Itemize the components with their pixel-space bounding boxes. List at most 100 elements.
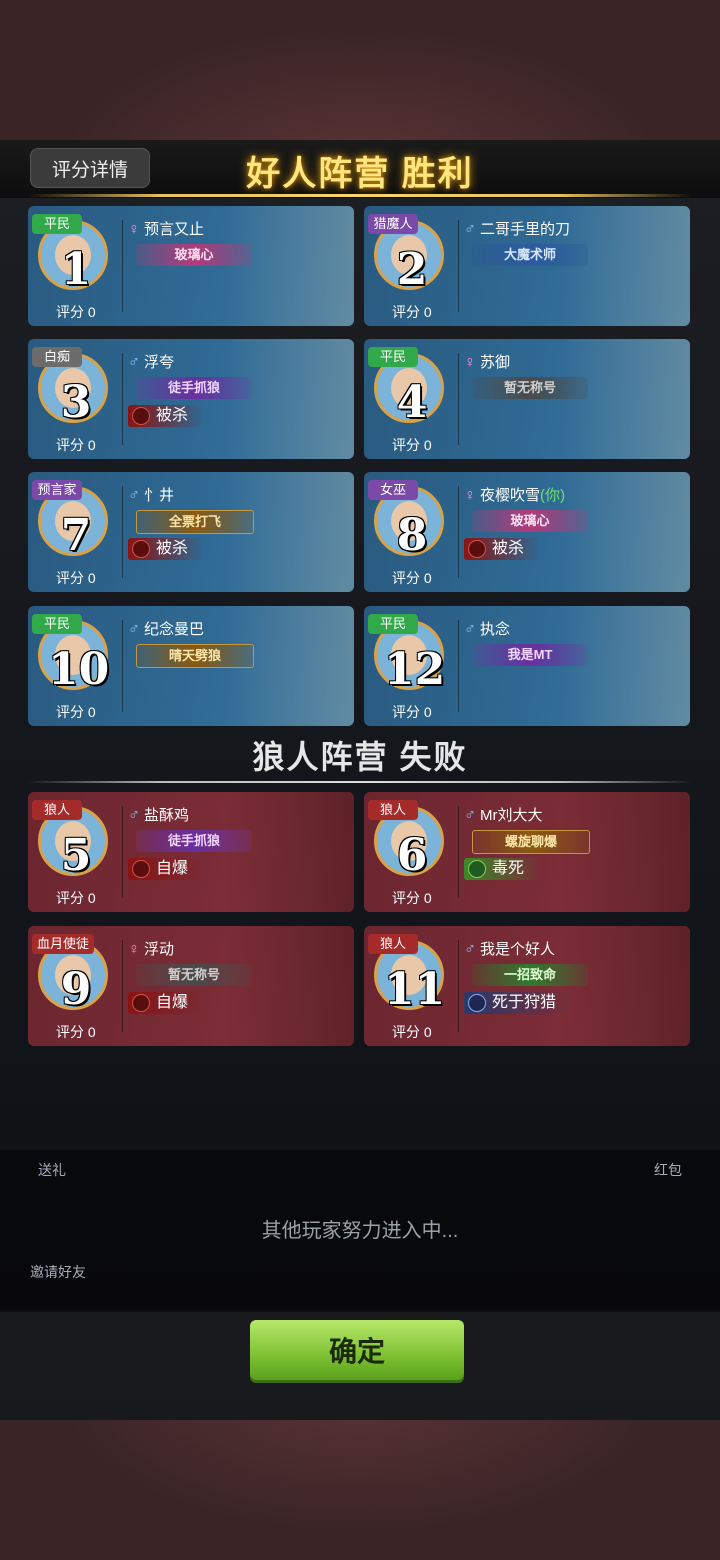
death-icon: [132, 407, 150, 425]
card-divider: [122, 353, 123, 445]
player-card[interactable]: 女巫 8 评分 0 ♀ 夜樱吹雪(你) 玻璃心 被杀: [364, 472, 690, 592]
death-badge: 被杀: [464, 538, 541, 560]
player-name: Mr刘大大: [480, 806, 543, 826]
male-icon: ♂: [128, 354, 140, 371]
seat-number: 5: [60, 830, 92, 881]
death-badge: 被杀: [128, 405, 205, 427]
male-icon: ♂: [464, 807, 476, 824]
score-label: 评分 0: [392, 888, 432, 908]
player-card[interactable]: 平民 10 评分 0 ♂ 纪念曼巴 晴天劈狼: [28, 606, 354, 726]
player-card[interactable]: 白痴 3 评分 0 ♂ 浮夸 徒手抓狼 被杀: [28, 339, 354, 459]
score-label: 评分 0: [392, 435, 432, 455]
title-badge: 螺旋聊爆: [472, 830, 590, 854]
card-divider: [458, 806, 459, 898]
score-text: 评分: [392, 304, 420, 320]
player-card[interactable]: 血月使徒 9 评分 0 ♀ 浮动 暂无称号 自爆: [28, 926, 354, 1046]
invite-friends-button[interactable]: 邀请好友: [18, 1262, 98, 1282]
female-icon: ♀: [128, 221, 140, 238]
score-label: 评分 0: [392, 1022, 432, 1042]
female-icon: ♀: [464, 354, 476, 371]
death-badge: 被杀: [128, 538, 205, 560]
seat-number: 2: [396, 244, 428, 295]
player-name-text: 执念: [480, 621, 511, 638]
card-divider: [458, 940, 459, 1032]
card-divider: [458, 220, 459, 312]
you-indicator: (你): [540, 487, 566, 504]
character-art: [560, 472, 690, 592]
character-art: [560, 339, 690, 459]
player-card[interactable]: 平民 4 评分 0 ♀ 苏御 暂无称号: [364, 339, 690, 459]
card-divider: [122, 806, 123, 898]
player-name-text: 夜樱吹雪: [480, 487, 541, 504]
death-icon: [468, 994, 486, 1012]
role-tag: 平民: [32, 214, 82, 234]
title-badge: 徒手抓狼: [136, 830, 252, 852]
male-icon: ♂: [464, 941, 476, 958]
player-name: 二哥手里的刀: [480, 220, 570, 240]
death-text: 被杀: [156, 407, 189, 424]
score-value: 0: [423, 437, 432, 453]
score-text: 评分: [392, 1024, 420, 1040]
card-divider: [458, 486, 459, 578]
role-tag: 白痴: [32, 347, 82, 367]
player-name-text: 纪念曼巴: [144, 621, 205, 638]
score-label: 评分 0: [56, 568, 96, 588]
seat-number: 10: [48, 644, 110, 695]
player-name: 我是个好人: [480, 940, 555, 960]
title-badge: 玻璃心: [472, 510, 588, 532]
player-card[interactable]: 狼人 6 评分 0 ♂ Mr刘大大螺旋聊爆毒死: [364, 792, 690, 912]
score-label: 评分 0: [56, 1022, 96, 1042]
score-text: 评分: [56, 890, 84, 906]
player-name-text: 浮夸: [144, 354, 175, 371]
player-card[interactable]: 狼人 11 评分 0 ♂ 我是个好人 一招致命 死于狩猎: [364, 926, 690, 1046]
death-text: 自爆: [156, 860, 189, 877]
death-text: 被杀: [156, 540, 189, 557]
title-badge: 徒手抓狼: [136, 377, 252, 399]
player-card[interactable]: 平民 12 评分 0 ♂ 执念 我是MT: [364, 606, 690, 726]
score-value: 0: [87, 704, 96, 720]
score-label: 评分 0: [56, 888, 96, 908]
card-divider: [122, 620, 123, 712]
card-divider: [122, 940, 123, 1032]
seat-number: 4: [396, 377, 428, 428]
death-badge: 死于狩猎: [464, 992, 573, 1014]
card-divider: [458, 620, 459, 712]
red-packet-button[interactable]: 红包: [638, 1160, 698, 1180]
male-icon: ♂: [128, 807, 140, 824]
seat-number: 12: [384, 644, 446, 695]
player-card[interactable]: 预言家 7 评分 0 ♂ 忄井 全票打飞 被杀: [28, 472, 354, 592]
waiting-text: 其他玩家努力进入中...: [261, 1220, 459, 1242]
gift-label: 送礼: [38, 1162, 66, 1178]
player-card[interactable]: 猎魔人 2 评分 0 ♂ 二哥手里的刀 大魔术师: [364, 206, 690, 326]
role-tag: 血月使徒: [32, 934, 95, 954]
player-name-text: Mr刘大大: [480, 807, 543, 824]
score-text: 评分: [392, 704, 420, 720]
score-value: 0: [87, 890, 96, 906]
death-badge: 自爆: [128, 858, 205, 880]
red-packet-label: 红包: [654, 1162, 682, 1178]
death-icon: [132, 994, 150, 1012]
header-divider: [28, 194, 692, 197]
role-tag: 平民: [368, 614, 418, 634]
player-name-text: 苏御: [480, 354, 511, 371]
confirm-button[interactable]: 确定: [250, 1320, 464, 1380]
death-icon: [132, 860, 150, 878]
card-divider: [122, 220, 123, 312]
player-card[interactable]: 狼人 5 评分 0 ♂ 盐酥鸡 徒手抓狼 自爆: [28, 792, 354, 912]
seat-number: 8: [396, 510, 428, 561]
score-detail-button[interactable]: 评分详情: [30, 148, 150, 188]
death-text: 毒死: [492, 860, 525, 877]
character-art: [560, 926, 690, 1046]
character-art: [560, 606, 690, 726]
gift-button[interactable]: 送礼: [22, 1160, 82, 1180]
role-tag: 狼人: [368, 800, 418, 820]
role-tag: 平民: [32, 614, 82, 634]
player-card[interactable]: 平民 1 评分 0 ♀ 预言又止 玻璃心: [28, 206, 354, 326]
male-icon: ♂: [464, 621, 476, 638]
score-value: 0: [87, 437, 96, 453]
score-label: 评分 0: [392, 568, 432, 588]
player-name-text: 忄井: [144, 487, 175, 504]
role-tag: 狼人: [368, 934, 418, 954]
card-divider: [122, 486, 123, 578]
seat-number: 6: [396, 830, 428, 881]
